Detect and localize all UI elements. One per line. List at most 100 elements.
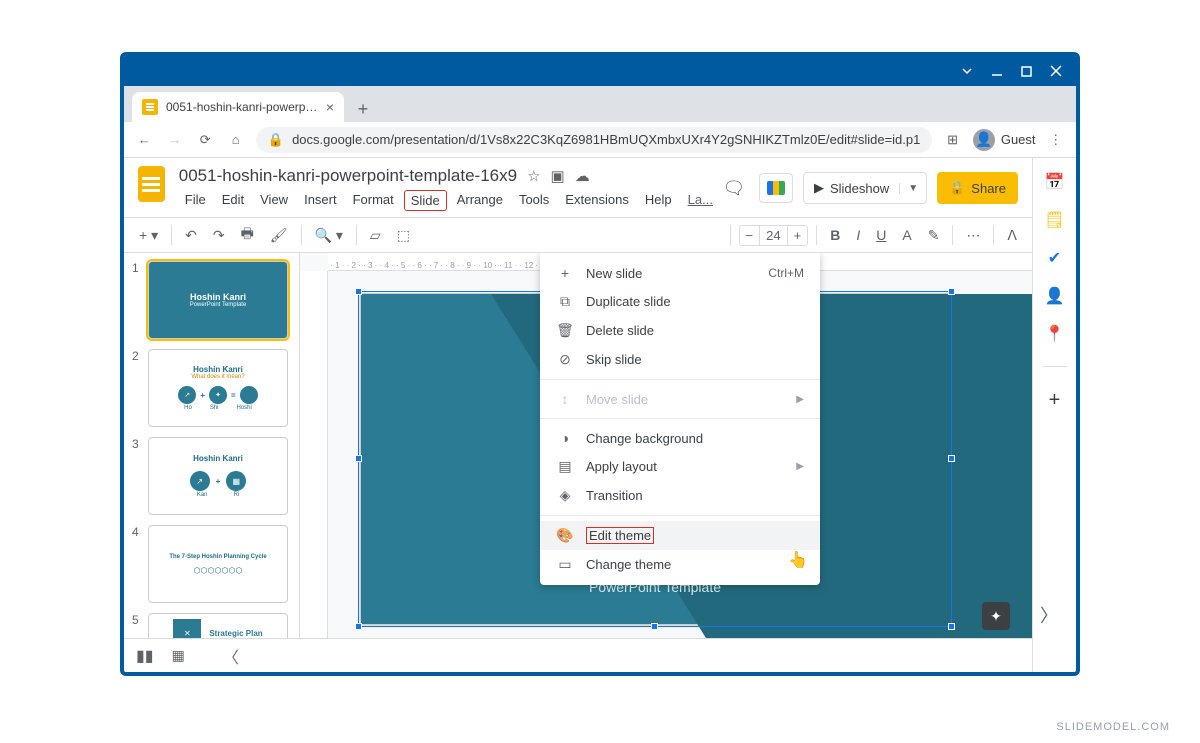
collapse-toolbar-button[interactable]: ᐱ (1002, 224, 1022, 247)
menu-slide[interactable]: Slide (404, 190, 447, 211)
menu-item-new-slide[interactable]: +New slideCtrl+M (540, 259, 820, 287)
slide-thumb-5[interactable]: ✕Strategic Plan (148, 613, 288, 638)
addons-button[interactable]: + (1049, 389, 1061, 412)
move-folder-icon[interactable]: ▣ (551, 167, 565, 185)
plus-icon: + (556, 265, 574, 281)
nav-reload-button[interactable]: ⟳ (195, 132, 215, 148)
play-icon: ▶ (814, 180, 824, 196)
address-bar[interactable]: 🔒 docs.google.com/presentation/d/1Vs8x22… (256, 127, 932, 153)
grid-view-button[interactable]: ▦ (172, 647, 185, 664)
maps-icon[interactable]: 📍 (1045, 324, 1065, 344)
menu-view[interactable]: View (254, 190, 294, 211)
italic-button[interactable]: I (851, 224, 865, 246)
window-maximize-button[interactable] (1021, 66, 1032, 77)
highlight-button[interactable]: ✎ (923, 224, 945, 247)
menu-help[interactable]: Help (639, 190, 678, 211)
zoom-button[interactable]: 🔍 ▾ (310, 224, 348, 247)
slideshow-dropdown-button[interactable]: ▼ (899, 183, 926, 194)
star-icon[interactable]: ☆ (527, 167, 540, 185)
browser-tab[interactable]: 0051-hoshin-kanri-powerpoint-t × (132, 92, 344, 122)
menu-tools[interactable]: Tools (513, 190, 555, 211)
filmstrip-view-button[interactable]: ▮▮ (136, 646, 154, 666)
profile-button[interactable]: 👤 Guest (973, 129, 1036, 151)
paint-format-button[interactable]: 🖌 (265, 224, 293, 247)
tasks-icon[interactable]: ✔ (1048, 248, 1061, 268)
cloud-status-icon[interactable]: ☁ (575, 167, 590, 185)
more-tools-button[interactable]: ⋯ (961, 224, 985, 247)
font-decrease-button[interactable]: − (740, 226, 760, 245)
tab-close-icon[interactable]: × (326, 99, 334, 115)
select-tool[interactable]: ▱ (365, 224, 386, 247)
menu-item-edit-theme[interactable]: 🎨Edit theme (540, 521, 820, 550)
vertical-ruler (300, 271, 328, 638)
calendar-icon[interactable]: 📅 (1045, 172, 1065, 192)
undo-button[interactable]: ↶ (180, 224, 202, 247)
menu-item-skip-slide[interactable]: ⊘Skip slide (540, 345, 820, 374)
slide-thumb-4[interactable]: The 7-Step Hoshin Planning Cycle⬡⬡⬡⬡⬡⬡⬡ (148, 525, 288, 603)
slide-thumb-1[interactable]: Hoshin KanriPowerPoint Template (148, 261, 288, 339)
slides-logo-icon[interactable] (138, 166, 165, 202)
avatar-icon: 👤 (973, 129, 995, 151)
menu-edit[interactable]: Edit (216, 190, 250, 211)
menu-insert[interactable]: Insert (298, 190, 343, 211)
lock-icon: 🔒 (949, 180, 965, 196)
lock-icon: 🔒 (268, 132, 284, 148)
menu-item-transition[interactable]: ◈Transition (540, 481, 820, 510)
menu-last-edit[interactable]: La... (682, 190, 719, 211)
bottom-bar: ▮▮ ▦ 〈 (124, 638, 1032, 672)
nav-back-button[interactable]: ← (134, 132, 154, 147)
menu-file[interactable]: File (179, 190, 212, 211)
side-panel-chevron-button[interactable]: 〉 (1040, 602, 1058, 628)
side-panel: 📅 🗒 ✔ 👤 📍 + (1032, 158, 1076, 672)
menu-item-duplicate-slide[interactable]: ⧉Duplicate slide (540, 287, 820, 316)
meet-icon (767, 181, 785, 195)
redo-button[interactable]: ↷ (208, 224, 230, 247)
slide-thumb-3[interactable]: Hoshin Kanri↗+▦KanRi (148, 437, 288, 515)
nav-home-button[interactable]: ⌂ (225, 132, 245, 147)
browser-toolbar: ← → ⟳ ⌂ 🔒 docs.google.com/presentation/d… (124, 122, 1076, 158)
slide-filmstrip: 1 Hoshin KanriPowerPoint Template 2 Hosh… (124, 253, 300, 638)
browser-menu-button[interactable]: ⋮ (1046, 132, 1066, 148)
menu-item-change-theme[interactable]: ▭Change theme (540, 550, 820, 579)
collapse-filmstrip-button[interactable]: 〈 (223, 644, 239, 668)
menu-item-apply-layout[interactable]: ▤Apply layout▶ (540, 452, 820, 481)
menu-extensions[interactable]: Extensions (559, 190, 635, 211)
slide-canvas-area[interactable]: · 1 · · 2 · · 3 · · 4 · · 5 · · 6 · · 7 … (300, 253, 1032, 638)
install-app-icon[interactable]: ⊞ (942, 132, 962, 148)
new-slide-button[interactable]: + ▾ (134, 224, 163, 247)
slide-thumb-2[interactable]: Hoshin KanriWhat does it mean?↗+✦=HoShiH… (148, 349, 288, 427)
meet-button[interactable] (759, 173, 793, 203)
explore-button[interactable]: ✦ (982, 602, 1010, 630)
menu-item-delete-slide[interactable]: 🗑Delete slide (540, 316, 820, 345)
slideshow-button[interactable]: ▶ Slideshow ▼ (803, 172, 927, 204)
window-minimize-button[interactable] (991, 65, 1003, 77)
main-area: 0051-hoshin-kanri-powerpoint-template-16… (124, 158, 1032, 672)
window-chevron-icon[interactable] (961, 65, 973, 77)
font-increase-button[interactable]: + (788, 226, 808, 245)
text-color-button[interactable]: A (897, 224, 916, 246)
slideshow-label: Slideshow (830, 181, 889, 196)
keep-icon[interactable]: 🗒 (1044, 210, 1064, 230)
menu-item-change-background[interactable]: ◑Change background (540, 424, 820, 452)
share-button[interactable]: 🔒 Share (937, 172, 1018, 204)
app-window: 0051-hoshin-kanri-powerpoint-t × + ← → ⟳… (120, 52, 1080, 676)
contacts-icon[interactable]: 👤 (1045, 286, 1065, 306)
window-close-button[interactable] (1050, 65, 1062, 77)
menu-format[interactable]: Format (347, 190, 400, 211)
document-title[interactable]: 0051-hoshin-kanri-powerpoint-template-16… (179, 166, 517, 186)
nav-forward-button[interactable]: → (164, 132, 184, 147)
textbox-tool[interactable]: ⬚ (392, 224, 415, 247)
thumb-number: 3 (132, 437, 142, 515)
bold-button[interactable]: B (825, 224, 845, 246)
font-size-control[interactable]: − 24 + (739, 225, 809, 246)
font-size-value[interactable]: 24 (759, 226, 787, 245)
thumb-number: 2 (132, 349, 142, 427)
menu-arrange[interactable]: Arrange (451, 190, 509, 211)
trash-icon: 🗑 (556, 322, 574, 339)
format-toolbar: + ▾ ↶ ↷ 🖶 🖌 🔍 ▾ ▱ ⬚ − 24 + B (124, 217, 1032, 253)
print-button[interactable]: 🖶 (236, 220, 259, 250)
underline-button[interactable]: U (871, 224, 891, 246)
comments-button[interactable]: 🗨 (719, 178, 749, 199)
new-tab-button[interactable]: + (350, 96, 376, 122)
move-icon: ↕ (556, 391, 574, 407)
